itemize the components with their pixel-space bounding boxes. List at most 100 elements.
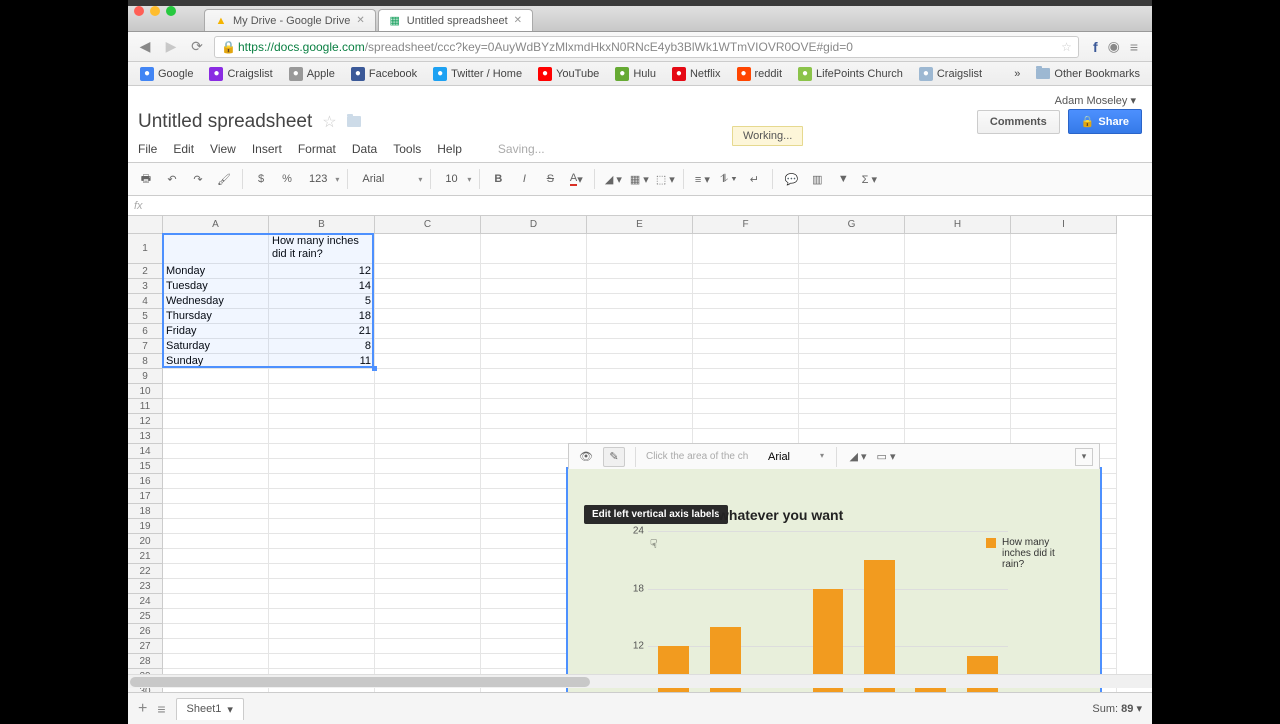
cell[interactable]: [587, 279, 693, 294]
close-tab-icon[interactable]: ✕: [514, 15, 522, 26]
row-header[interactable]: 10: [128, 384, 163, 399]
chart-icon[interactable]: ▥: [805, 167, 829, 191]
cell[interactable]: 18: [269, 309, 375, 324]
cell[interactable]: [481, 399, 587, 414]
bookmark-item[interactable]: ●LifePoints Church: [792, 65, 909, 83]
row-header[interactable]: 25: [128, 609, 163, 624]
col-header[interactable]: C: [375, 216, 481, 234]
cell[interactable]: [481, 429, 587, 444]
cell[interactable]: [375, 459, 481, 474]
cell[interactable]: [375, 444, 481, 459]
cell[interactable]: 8: [269, 339, 375, 354]
cell[interactable]: [269, 519, 375, 534]
row-header[interactable]: 14: [128, 444, 163, 459]
cell[interactable]: [799, 414, 905, 429]
doc-title[interactable]: Untitled spreadsheet: [138, 111, 312, 133]
cell[interactable]: [1011, 384, 1117, 399]
cell[interactable]: 21: [269, 324, 375, 339]
comments-button[interactable]: Comments: [977, 110, 1060, 134]
row-header[interactable]: 21: [128, 549, 163, 564]
cell[interactable]: [269, 414, 375, 429]
halign-icon[interactable]: ≡ ▾: [690, 167, 714, 191]
chart-object[interactable]: 👁 ✎ Click the area of the ch Arial ◢ ▾ ▭…: [566, 467, 1102, 692]
wrap-icon[interactable]: ↵: [742, 167, 766, 191]
cell[interactable]: [481, 264, 587, 279]
browser-tab[interactable]: ▲My Drive - Google Drive✕: [204, 9, 376, 31]
cell[interactable]: [481, 279, 587, 294]
star-icon[interactable]: ☆: [1061, 40, 1072, 54]
merge-icon[interactable]: ⬚ ▾: [653, 167, 677, 191]
row-header[interactable]: 13: [128, 429, 163, 444]
row-header[interactable]: 3: [128, 279, 163, 294]
cell[interactable]: [481, 369, 587, 384]
bookmark-item[interactable]: ●Craigslist: [913, 65, 988, 83]
cell[interactable]: [693, 324, 799, 339]
cell[interactable]: [269, 474, 375, 489]
cell[interactable]: [163, 474, 269, 489]
cell[interactable]: [163, 234, 269, 264]
cell[interactable]: [587, 429, 693, 444]
menu-format[interactable]: Format: [298, 142, 336, 156]
cell[interactable]: [375, 549, 481, 564]
col-header[interactable]: B: [269, 216, 375, 234]
row-header[interactable]: 20: [128, 534, 163, 549]
row-header[interactable]: 7: [128, 339, 163, 354]
cell[interactable]: [799, 309, 905, 324]
row-header[interactable]: 23: [128, 579, 163, 594]
bold-icon[interactable]: B: [486, 167, 510, 191]
row-header[interactable]: 1: [128, 234, 163, 264]
cell[interactable]: [375, 234, 481, 264]
cell[interactable]: [799, 264, 905, 279]
cell[interactable]: [587, 384, 693, 399]
font-select[interactable]: Arial: [354, 167, 424, 191]
cell[interactable]: Tuesday: [163, 279, 269, 294]
bookmarks-overflow[interactable]: »: [1008, 68, 1026, 80]
menu-help[interactable]: Help: [437, 142, 462, 156]
cell[interactable]: [905, 384, 1011, 399]
functions-icon[interactable]: Σ ▾: [857, 167, 881, 191]
menu-insert[interactable]: Insert: [252, 142, 282, 156]
cell[interactable]: [1011, 429, 1117, 444]
cell[interactable]: [799, 354, 905, 369]
cell[interactable]: [375, 384, 481, 399]
cell[interactable]: [375, 429, 481, 444]
cell[interactable]: [693, 369, 799, 384]
cell[interactable]: [375, 489, 481, 504]
cell[interactable]: [905, 309, 1011, 324]
star-icon[interactable]: ☆: [322, 112, 336, 132]
cell[interactable]: [375, 294, 481, 309]
filter-icon[interactable]: ▼: [831, 167, 855, 191]
bookmark-item[interactable]: ●Google: [134, 65, 199, 83]
cell[interactable]: [269, 489, 375, 504]
cell[interactable]: [163, 504, 269, 519]
cell[interactable]: How many inches did it rain?: [269, 234, 375, 264]
valign-icon[interactable]: ⥮ ▾: [716, 167, 740, 191]
back-button[interactable]: ◀: [136, 38, 154, 56]
cell[interactable]: 14: [269, 279, 375, 294]
row-header[interactable]: 17: [128, 489, 163, 504]
cell[interactable]: [693, 399, 799, 414]
row-header[interactable]: 2: [128, 264, 163, 279]
instagram-icon[interactable]: ◉: [1108, 38, 1120, 55]
cell[interactable]: [375, 474, 481, 489]
facebook-icon[interactable]: f: [1093, 39, 1098, 55]
cell[interactable]: [163, 639, 269, 654]
cell[interactable]: [375, 324, 481, 339]
user-menu[interactable]: Adam Moseley ▾: [138, 92, 1142, 109]
cell[interactable]: [587, 324, 693, 339]
cell[interactable]: [905, 234, 1011, 264]
bookmark-item[interactable]: ●Craigslist: [203, 65, 278, 83]
cell[interactable]: [375, 414, 481, 429]
browser-tab[interactable]: ▦Untitled spreadsheet✕: [378, 9, 533, 31]
cell[interactable]: [693, 384, 799, 399]
cell[interactable]: [799, 339, 905, 354]
cell[interactable]: [905, 279, 1011, 294]
cell[interactable]: [375, 624, 481, 639]
paint-format-icon[interactable]: 🖌: [212, 167, 236, 191]
cell[interactable]: [693, 429, 799, 444]
cell[interactable]: [1011, 414, 1117, 429]
bookmark-item[interactable]: ●reddit: [731, 65, 789, 83]
cell[interactable]: [163, 654, 269, 669]
cell[interactable]: [375, 594, 481, 609]
chart-menu-icon[interactable]: ▾: [1075, 448, 1093, 466]
